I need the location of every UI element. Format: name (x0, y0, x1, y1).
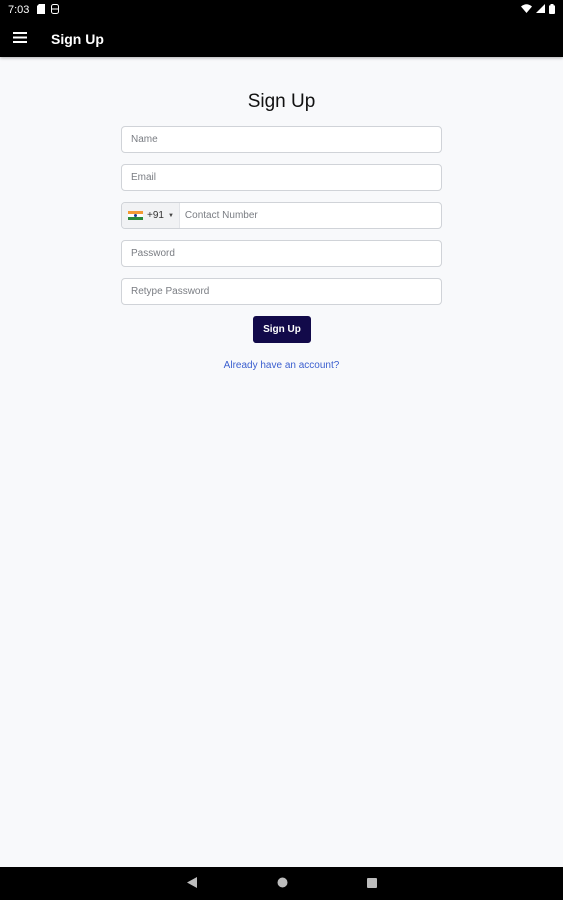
status-right-icons (521, 3, 555, 17)
contact-number-input[interactable]: Contact Number (180, 210, 258, 221)
email-placeholder: Email (131, 172, 157, 183)
name-field[interactable]: Name (121, 126, 442, 153)
battery-icon (549, 3, 555, 17)
login-link[interactable]: Already have an account? (0, 360, 563, 371)
app-bar: Sign Up (0, 20, 563, 57)
retype-password-field[interactable]: Retype Password (121, 278, 442, 305)
system-nav-bar (0, 867, 563, 900)
dial-code: +91 (147, 210, 164, 221)
sd-card-icon (37, 3, 46, 17)
signal-icon (536, 4, 545, 16)
status-time: 7:03 (8, 4, 30, 16)
caret-down-icon: ▼ (167, 212, 174, 219)
wifi-icon (521, 4, 532, 16)
contact-number-field: +91 ▼ Contact Number (121, 202, 442, 229)
back-triangle-icon (187, 875, 197, 893)
status-bar: 7:03 (0, 0, 563, 20)
storage-icon (51, 3, 60, 17)
country-code-select[interactable]: +91 ▼ (122, 203, 180, 228)
email-field[interactable]: Email (121, 164, 442, 191)
menu-button[interactable] (0, 20, 40, 57)
sign-up-button[interactable]: Sign Up (253, 316, 311, 343)
app-bar-title: Sign Up (51, 30, 104, 47)
signup-page: Sign Up Name Email +91 ▼ Contact Number … (0, 57, 563, 867)
name-placeholder: Name (131, 134, 158, 145)
password-placeholder: Password (131, 248, 175, 259)
india-flag-icon (128, 210, 143, 221)
password-field[interactable]: Password (121, 240, 442, 267)
recents-button[interactable] (352, 867, 392, 900)
home-button[interactable] (262, 867, 302, 900)
back-button[interactable] (172, 867, 212, 900)
recents-square-icon (367, 875, 377, 893)
page-title: Sign Up (247, 91, 316, 112)
hamburger-menu-icon (13, 30, 27, 48)
home-circle-icon (277, 875, 288, 893)
retype-password-placeholder: Retype Password (131, 286, 210, 297)
